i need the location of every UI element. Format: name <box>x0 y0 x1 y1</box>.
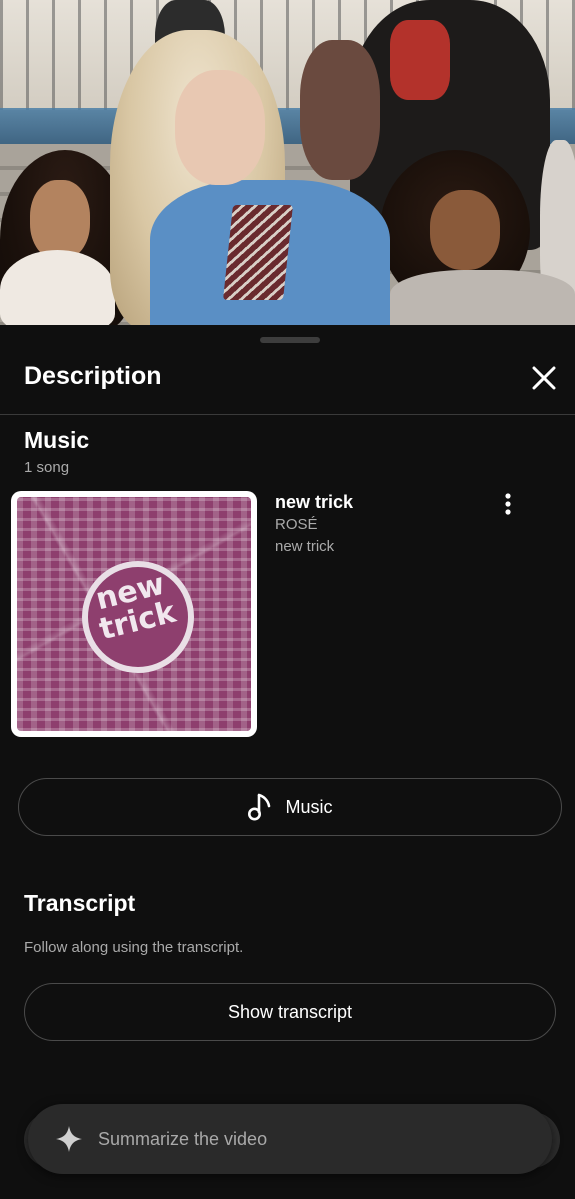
video-player[interactable] <box>0 0 575 325</box>
close-icon <box>532 366 556 390</box>
sheet-title: Description <box>24 362 162 390</box>
summarize-video-button[interactable]: Summarize the video <box>28 1104 552 1174</box>
song-title[interactable]: new trick <box>275 492 353 513</box>
figure-right-face <box>430 190 500 270</box>
music-heading: Music <box>24 427 90 453</box>
music-button[interactable]: Music <box>18 778 562 836</box>
figure-main-tie <box>223 205 293 300</box>
figure-left-top <box>0 250 115 325</box>
drag-handle[interactable] <box>260 337 320 343</box>
show-transcript-label: Show transcript <box>227 1001 353 1022</box>
transcript-heading: Transcript <box>24 890 136 916</box>
song-count: 1 song <box>24 459 70 476</box>
divider <box>0 414 575 415</box>
song-artist: ROSÉ <box>275 516 318 533</box>
sparkle-icon <box>56 1126 82 1152</box>
figure-right-top <box>390 270 575 325</box>
transcript-subtitle: Follow along using the transcript. <box>24 939 244 956</box>
show-transcript-button[interactable]: Show transcript <box>24 983 556 1041</box>
music-button-label: Music <box>285 796 333 817</box>
album-cover[interactable]: new trick <box>17 497 251 731</box>
music-note-icon <box>248 793 271 821</box>
figure-red-shirt <box>390 20 450 100</box>
figure-left-face <box>30 180 90 260</box>
more-vert-icon <box>505 493 511 515</box>
more-options-button[interactable] <box>498 492 518 516</box>
song-album: new trick <box>275 538 335 555</box>
figure-back <box>300 40 380 180</box>
close-button[interactable] <box>526 360 562 396</box>
summarize-label: Summarize the video <box>98 1128 268 1149</box>
figure-main-face <box>175 70 265 185</box>
description-sheet <box>0 325 575 1199</box>
